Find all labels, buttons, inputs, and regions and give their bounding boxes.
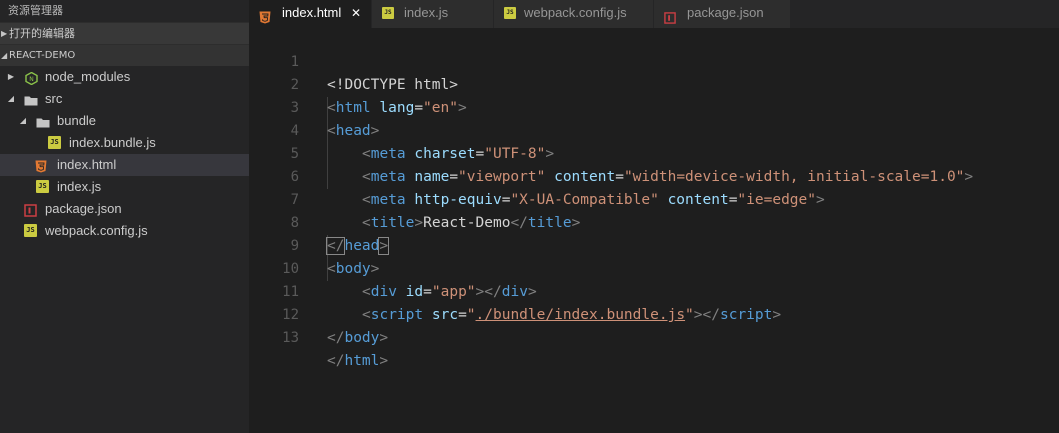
tree-item-label: node_modules bbox=[45, 69, 131, 84]
js-file-icon: JS bbox=[504, 7, 516, 19]
nodejs-icon: N bbox=[25, 70, 38, 86]
explorer-sidebar: 资源管理器 ▶ 打开的编辑器 ◢ REACT-DEMO ▶ N node_mod… bbox=[0, 0, 249, 433]
tab-label: index.html bbox=[282, 5, 342, 20]
code-editor[interactable]: 1 <!DOCTYPE html> 2 <html lang="en"> 3 <… bbox=[249, 28, 1059, 433]
chevron-right-icon: ▶ bbox=[7, 72, 15, 81]
tree-item-label: index.bundle.js bbox=[69, 135, 156, 150]
npm-package-icon bbox=[24, 202, 37, 217]
open-editors-section[interactable]: ▶ 打开的编辑器 bbox=[0, 22, 249, 44]
tree-item-index-js[interactable]: JS index.js bbox=[0, 176, 249, 198]
tab-webpack-config-js[interactable]: JS webpack.config.js bbox=[494, 0, 653, 28]
tree-item-label: index.html bbox=[57, 157, 117, 172]
tree-item-package-json[interactable]: package.json bbox=[0, 198, 249, 220]
tree-item-label: bundle bbox=[57, 113, 97, 128]
line-number: 13 bbox=[282, 330, 299, 346]
explorer-title: 资源管理器 bbox=[0, 0, 249, 22]
tree-item-label: webpack.config.js bbox=[45, 223, 148, 238]
close-icon[interactable]: ✕ bbox=[351, 0, 361, 26]
code-text: </html> bbox=[327, 353, 389, 369]
code-line: 1 <!DOCTYPE html> bbox=[249, 28, 1059, 93]
code-line: 10 <div id="app"></div> bbox=[249, 235, 1059, 300]
tree-item-node-modules[interactable]: ▶ N node_modules bbox=[0, 66, 249, 88]
project-label: REACT-DEMO bbox=[9, 50, 76, 61]
code-line: 2 <html lang="en"> bbox=[249, 51, 1059, 116]
code-line: 5 <meta name="viewport" content="width=d… bbox=[249, 120, 1059, 185]
chevron-down-icon: ◢ bbox=[7, 94, 15, 103]
tab-label: package.json bbox=[687, 5, 764, 20]
tree-item-index-bundle-js[interactable]: JS index.bundle.js bbox=[0, 132, 249, 154]
code-line: 4 <meta charset="UTF-8"> bbox=[249, 97, 1059, 162]
npm-package-icon bbox=[664, 7, 676, 24]
js-file-icon: JS bbox=[48, 136, 61, 149]
tree-item-src[interactable]: ◢ src bbox=[0, 88, 249, 110]
tab-package-json[interactable]: package.json bbox=[654, 0, 790, 28]
tab-index-html[interactable]: index.html ✕ bbox=[249, 0, 371, 28]
tab-label: webpack.config.js bbox=[524, 5, 627, 20]
html5-file-icon bbox=[35, 158, 48, 173]
chevron-right-icon: ▶ bbox=[1, 29, 8, 38]
code-line: 3 <head> bbox=[249, 74, 1059, 139]
tree-item-label: package.json bbox=[45, 201, 122, 216]
svg-text:N: N bbox=[29, 76, 34, 83]
folder-icon bbox=[24, 92, 38, 106]
html5-file-icon bbox=[259, 7, 271, 24]
tab-index-js[interactable]: JS index.js bbox=[372, 0, 493, 28]
code-line: 8 </head> bbox=[249, 189, 1059, 255]
tree-item-webpack-config-js[interactable]: JS webpack.config.js bbox=[0, 220, 249, 242]
tree-item-label: src bbox=[45, 91, 63, 106]
open-editors-label: 打开的编辑器 bbox=[9, 27, 75, 40]
editor-tab-bar: index.html ✕ JS index.js JS webpack.conf… bbox=[249, 0, 1059, 28]
code-line: 9 <body> bbox=[249, 212, 1059, 277]
chevron-down-icon: ◢ bbox=[1, 51, 8, 60]
code-line: 13 </html> bbox=[249, 304, 1059, 369]
folder-icon bbox=[36, 114, 50, 128]
tree-item-label: index.js bbox=[57, 179, 102, 194]
project-section[interactable]: ◢ REACT-DEMO bbox=[0, 44, 249, 66]
tree-item-bundle[interactable]: ◢ bundle bbox=[0, 110, 249, 132]
chevron-down-icon: ◢ bbox=[19, 116, 27, 125]
code-line: 11 <script src="./bundle/index.bundle.js… bbox=[249, 258, 1059, 323]
js-file-icon: JS bbox=[382, 7, 394, 19]
js-file-icon: JS bbox=[36, 180, 49, 193]
tab-label: index.js bbox=[404, 5, 449, 20]
code-text: </body> bbox=[327, 330, 389, 346]
tree-item-index-html[interactable]: index.html bbox=[0, 154, 249, 176]
js-file-icon: JS bbox=[24, 224, 37, 237]
code-line: 12 </body> bbox=[249, 281, 1059, 346]
code-line: 7 <title>React-Demo</title> bbox=[249, 166, 1059, 231]
code-line: 6 <meta http-equiv="X-UA-Compatible" con… bbox=[249, 143, 1059, 208]
